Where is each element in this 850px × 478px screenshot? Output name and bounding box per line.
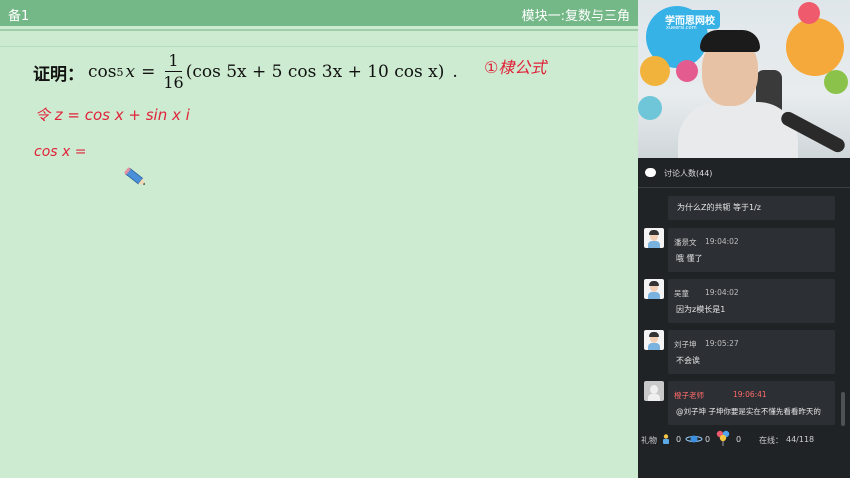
chat-bubble xyxy=(668,228,835,272)
teacher-hair xyxy=(700,30,760,52)
chat-username[interactable]: 刘子坤 xyxy=(674,339,697,350)
chat-bubble-icon xyxy=(645,168,656,177)
side-panel: 学而思网校 xueersi.com 讨论人数(44) 为什么Z的共轭 等于1/z… xyxy=(638,0,850,478)
avatar[interactable] xyxy=(644,381,664,401)
avatar[interactable] xyxy=(644,279,664,299)
whiteboard: 备1 模块一:复数与三角 证明： cos 5 x = 1 16 (cos 5x +… xyxy=(0,0,638,478)
chat-header: 讨论人数(44) xyxy=(638,162,850,186)
chat-divider xyxy=(638,187,850,188)
lhs-var: x xyxy=(125,62,136,82)
chat-message-text: 因为z模长是1 xyxy=(676,305,726,314)
chat-time: 19:04:02 xyxy=(705,288,739,297)
chat-bubble xyxy=(668,381,835,425)
planet-gift-icon[interactable] xyxy=(685,433,703,445)
chat-username[interactable]: 潘景文 xyxy=(674,237,697,248)
gift-count: 0 xyxy=(736,435,742,444)
decor-bubble xyxy=(798,2,820,24)
board-divider xyxy=(0,46,638,47)
fraction-numerator: 1 xyxy=(165,53,182,72)
mascot-bubble xyxy=(786,18,844,76)
pencil-icon[interactable] xyxy=(122,164,150,190)
chat-message: 刘子坤 19:05:27 不会诶 xyxy=(644,330,835,376)
chat-message: 为什么Z的共轭 等于1/z xyxy=(668,196,835,220)
brand-logo-sub: xueersi.com xyxy=(666,25,697,31)
rhs-expression: (cos 5x + 5 cos 3x + 10 cos x) xyxy=(185,62,445,82)
handwritten-formula-note: ①棣公式 xyxy=(484,58,547,77)
equals-sign: = xyxy=(141,62,156,82)
lhs-exponent: 5 xyxy=(116,65,124,79)
handwritten-cos-line: cos x = xyxy=(34,144,87,160)
chat-participant-count: 讨论人数(44) xyxy=(664,169,713,178)
decor-bubble xyxy=(676,60,698,82)
chat-message-text: @刘子坤 子坤你要是实在不懂先看看昨天的 xyxy=(676,407,821,416)
teacher-video: 学而思网校 xueersi.com xyxy=(638,0,850,158)
trophy-gift-icon[interactable] xyxy=(660,433,672,445)
chat-time: 19:05:27 xyxy=(705,339,739,348)
module-title: 模块一:复数与三角 xyxy=(521,9,630,24)
board-header: 备1 模块一:复数与三角 xyxy=(0,0,638,26)
chat-bubble xyxy=(668,279,835,323)
board-divider xyxy=(0,29,638,31)
proof-label: 证明： xyxy=(33,64,84,85)
chat-time: 19:06:41 xyxy=(733,390,767,399)
chat-message-text: 不会诶 xyxy=(676,356,700,365)
decor-bubble xyxy=(824,70,848,94)
gift-count: 0 xyxy=(676,435,682,444)
chat-scrollbar[interactable] xyxy=(841,392,845,426)
proof-end: . xyxy=(452,62,458,82)
teacher-body xyxy=(678,102,798,158)
chat-footer: 礼物 0 0 0 在线： 44/118 xyxy=(638,430,850,450)
chat-message-teacher: 橙子老师 19:06:41 @刘子坤 子坤你要是实在不懂先看看昨天的 xyxy=(644,381,835,427)
decor-bubble xyxy=(638,96,662,120)
gifts-label: 礼物 xyxy=(641,436,657,445)
chat-message: 潘景文 19:04:02 哦 懂了 xyxy=(644,228,835,274)
gift-count: 0 xyxy=(705,435,711,444)
online-label: 在线： xyxy=(759,436,783,445)
chat-username[interactable]: 吴童 xyxy=(674,288,689,299)
balloon-gift-icon[interactable] xyxy=(716,430,730,446)
chat-time: 19:04:02 xyxy=(705,237,739,246)
board-page-label: 备1 xyxy=(8,9,30,24)
avatar[interactable] xyxy=(644,228,664,248)
lhs-fn: cos xyxy=(88,62,117,82)
chat-message-text: 为什么Z的共轭 等于1/z xyxy=(677,203,762,212)
decor-bubble xyxy=(640,56,670,86)
fraction-denominator: 16 xyxy=(163,73,184,92)
chat-message: 吴童 19:04:02 因为z模长是1 xyxy=(644,279,835,325)
proof-statement: 证明： cos 5 x = 1 16 (cos 5x + 5 cos 3x + 1… xyxy=(33,48,458,96)
fraction: 1 16 xyxy=(163,53,183,91)
chat-message-text: 哦 懂了 xyxy=(676,254,703,263)
chat-bubble xyxy=(668,330,835,374)
handwritten-let-line: 令 z = cos x + sin x i xyxy=(35,106,190,124)
online-count: 44/118 xyxy=(786,435,815,444)
chat-username[interactable]: 橙子老师 xyxy=(674,390,704,401)
avatar[interactable] xyxy=(644,330,664,350)
